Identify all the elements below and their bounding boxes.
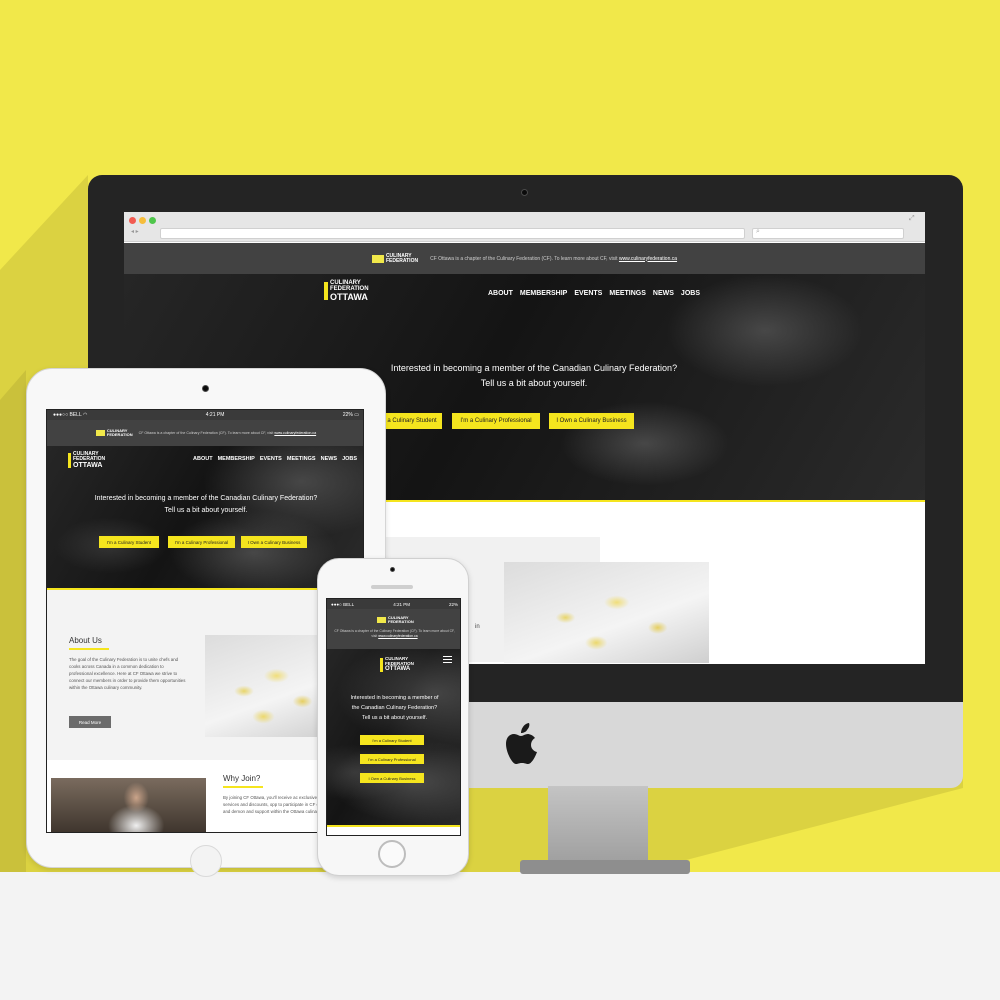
site-logo[interactable]: CULINARY FEDERATION OTTAWA — [68, 452, 105, 470]
cta-student-button[interactable]: a Culinary Student — [382, 413, 442, 429]
chapter-topbar: CULINARY FEDERATION CF Ottawa is a chapte… — [124, 243, 925, 274]
cta-student-button[interactable]: I'm a Culinary Student — [360, 735, 424, 745]
federation-link[interactable]: www.culinaryfederation.ca — [619, 256, 677, 262]
status-bar: ●●●○○ BELL ◠ 4:21 PM 22% ▭ — [47, 410, 363, 420]
hero-title: Interested in becoming a member of the C… — [94, 495, 318, 514]
why-heading: Why Join? — [223, 774, 261, 783]
iphone-screen: ●●●○ BELL 4:21 PM 22% CULINARY FEDERATION… — [326, 598, 461, 836]
hamburger-icon[interactable] — [443, 656, 452, 663]
cta-business-button[interactable]: I Own a Culinary Business — [241, 536, 307, 548]
nav-news[interactable]: NEWS — [321, 456, 338, 462]
cta-business-button[interactable]: I Own a Culinary Business — [549, 413, 634, 429]
why-heading-rule — [223, 786, 263, 788]
camera-icon — [390, 567, 395, 572]
nav-about[interactable]: ABOUT — [488, 290, 513, 297]
chapter-note: CF Ottawa is a chapter of the Culinary F… — [138, 431, 317, 435]
cta-professional-button[interactable]: I'm a Culinary Professional — [360, 754, 424, 764]
imac-stand-base — [520, 860, 690, 874]
cta-professional-button[interactable]: I'm a Culinary Professional — [168, 536, 235, 548]
signal-icon: ●●●○○ — [53, 412, 69, 418]
search-icon: ⌕ — [756, 228, 760, 235]
main-nav: ABOUT MEMBERSHIP EVENTS MEETINGS NEWS JO… — [488, 290, 700, 297]
about-heading: About Us — [69, 636, 102, 645]
battery-icon: ▭ — [354, 412, 359, 418]
chapter-topbar: CULINARY FEDERATION CF Ottawa is a chapte… — [327, 609, 460, 649]
pastry-photo — [504, 562, 709, 663]
cf-badge: CULINARY FEDERATION — [377, 616, 414, 624]
nav-events[interactable]: EVENTS — [260, 456, 282, 462]
chapter-topbar: CULINARY FEDERATION CF Ottawa is a chapte… — [47, 420, 363, 446]
signal-icon: ●●●○ — [331, 601, 342, 607]
status-bar: ●●●○ BELL 4:21 PM 22% — [327, 599, 460, 609]
cta-professional-button[interactable]: I'm a Culinary Professional — [452, 413, 540, 429]
nav-jobs[interactable]: JOBS — [342, 456, 357, 462]
minimize-window-icon[interactable] — [139, 217, 146, 224]
nav-meetings[interactable]: MEETINGS — [609, 290, 646, 297]
maple-leaf-icon — [380, 658, 383, 672]
camera-icon — [521, 189, 528, 196]
home-button-icon[interactable] — [378, 840, 406, 868]
site-logo[interactable]: CULINARY FEDERATION OTTAWA — [324, 280, 369, 302]
about-body: The goal of the Culinary Federation is t… — [69, 657, 186, 690]
cf-badge: CULINARY FEDERATION — [371, 253, 418, 264]
nav-jobs[interactable]: JOBS — [681, 290, 700, 297]
floor — [0, 872, 1000, 1000]
main-nav: ABOUT MEMBERSHIP EVENTS MEETINGS NEWS JO… — [193, 456, 357, 462]
nav-events[interactable]: EVENTS — [574, 290, 602, 297]
about-fragment: in — [475, 624, 480, 630]
hero-divider — [327, 825, 460, 827]
chef-photo — [51, 778, 206, 832]
camera-icon — [202, 385, 209, 392]
cf-badge: CULINARY FEDERATION — [95, 429, 133, 437]
wifi-icon: ◠ — [82, 412, 88, 418]
federation-link[interactable]: www.culinaryfederation.ca — [274, 431, 316, 435]
read-more-button[interactable]: Read More — [69, 716, 111, 728]
about-heading-rule — [69, 648, 109, 650]
nav-membership[interactable]: MEMBERSHIP — [520, 290, 567, 297]
maple-leaf-icon — [324, 282, 328, 300]
hero-section: CULINARY FEDERATION OTTAWA ABOUT MEMBERSH… — [47, 446, 363, 588]
apple-logo-icon — [506, 723, 537, 764]
close-window-icon[interactable] — [129, 217, 136, 224]
browser-search-field[interactable]: ⌕ — [752, 228, 904, 239]
home-button-icon[interactable] — [190, 845, 222, 877]
fullscreen-icon[interactable]: ⤢ — [909, 215, 915, 223]
nav-membership[interactable]: MEMBERSHIP — [218, 456, 255, 462]
back-forward-icon[interactable]: ◂ ▸ — [131, 228, 139, 235]
chapter-note: CF Ottawa is a chapter of the Culinary F… — [334, 629, 455, 638]
nav-about[interactable]: ABOUT — [193, 456, 213, 462]
hero-section: CULINARY FEDERATION OTTAWA Interested in … — [327, 649, 460, 825]
cta-business-button[interactable]: I Own a Culinary Business — [360, 773, 424, 783]
maximize-window-icon[interactable] — [149, 217, 156, 224]
maple-leaf-icon — [68, 453, 71, 468]
federation-link[interactable]: www.culinaryfederation.ca — [378, 634, 417, 638]
nav-news[interactable]: NEWS — [653, 290, 674, 297]
nav-meetings[interactable]: MEETINGS — [287, 456, 316, 462]
pastry-photo — [205, 635, 335, 737]
cta-student-button[interactable]: I'm a Culinary Student — [99, 536, 159, 548]
hero-title: Interested in becoming a member of the Ca… — [350, 695, 439, 721]
chapter-note: CF Ottawa is a chapter of the Culinary F… — [430, 255, 678, 262]
address-bar[interactable] — [160, 228, 745, 239]
site-logo[interactable]: CULINARY FEDERATION OTTAWA — [380, 656, 414, 673]
speaker-grille — [371, 585, 413, 589]
